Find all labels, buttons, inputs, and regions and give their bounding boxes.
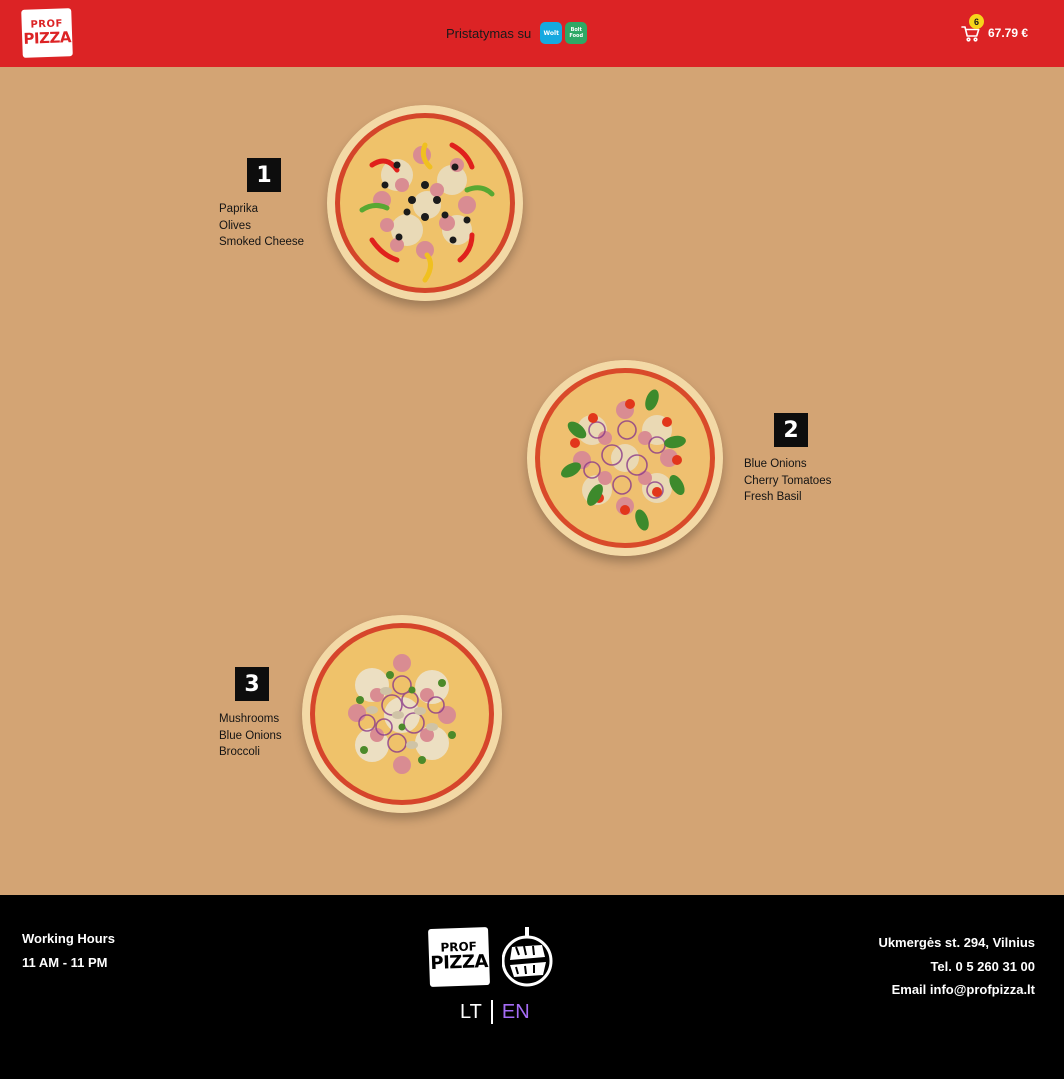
kebab-prime-logo[interactable]: [502, 927, 558, 987]
phone[interactable]: Tel. 0 5 260 31 00: [878, 955, 1035, 979]
footer: Working Hours 11 AM - 11 PM PROF PIZZA L…: [0, 895, 1064, 1079]
bolt-food-logo[interactable]: Bolt Food: [565, 22, 588, 44]
ingredient: Blue Onions: [219, 729, 282, 742]
ingredient: Cherry Tomatoes: [744, 474, 832, 487]
working-hours-value: 11 AM - 11 PM: [22, 955, 108, 970]
ingredient: Paprika: [219, 203, 258, 215]
cart-total: 67.79 €: [988, 26, 1029, 40]
email[interactable]: Email info@profpizza.lt: [878, 978, 1035, 1002]
pizza-ingredients: Blue Onions Cherry Tomatoes Fresh Basil: [744, 456, 831, 506]
language-lt[interactable]: LT: [460, 1001, 482, 1024]
pizza-image[interactable]: [302, 615, 502, 813]
ingredient: Broccoli: [219, 746, 260, 758]
pizza-number-badge: 3: [235, 667, 269, 701]
delivery-text: Pristatymas su: [446, 25, 532, 41]
pizza-ingredients: Paprika Olives Smoked Cheese: [219, 201, 304, 251]
working-hours-title: Working Hours: [22, 931, 115, 946]
prof-pizza-logo[interactable]: PROF PIZZA: [21, 8, 73, 58]
cart-count-badge: 6: [969, 14, 984, 29]
contact-info: Ukmergės st. 294, Vilnius Tel. 0 5 260 3…: [878, 931, 1035, 1002]
cart-icon[interactable]: 6: [961, 14, 984, 43]
language-switcher: LT EN: [460, 1000, 530, 1024]
language-separator: [490, 1000, 493, 1024]
address: Ukmergės st. 294, Vilnius: [878, 935, 1035, 950]
header: PROF PIZZA Pristatymas su Wolt Bolt Food…: [0, 0, 1064, 67]
logo-line2: PIZZA: [23, 28, 72, 48]
ingredient: Olives: [219, 219, 251, 232]
ingredient: Blue Onions: [744, 458, 807, 470]
cart-button[interactable]: 6 67.79 €: [961, 14, 1029, 50]
pizza-image[interactable]: [527, 360, 723, 556]
ingredient: Mushrooms: [219, 713, 280, 725]
prof-pizza-footer-logo[interactable]: PROF PIZZA: [428, 926, 490, 988]
logo-line2: PIZZA: [430, 951, 489, 974]
language-en[interactable]: EN: [502, 1001, 530, 1024]
wolt-logo[interactable]: Wolt: [540, 22, 563, 44]
pizza-image[interactable]: [327, 105, 523, 301]
pizza-ingredients: Mushrooms Blue Onions Broccoli: [219, 711, 282, 761]
pizza-number-badge: 2: [774, 413, 808, 447]
ingredient: Fresh Basil: [744, 491, 802, 503]
ingredient: Smoked Cheese: [219, 236, 305, 248]
pizza-number-badge: 1: [247, 158, 281, 192]
delivery-info: Pristatymas su Wolt Bolt Food: [446, 22, 588, 44]
